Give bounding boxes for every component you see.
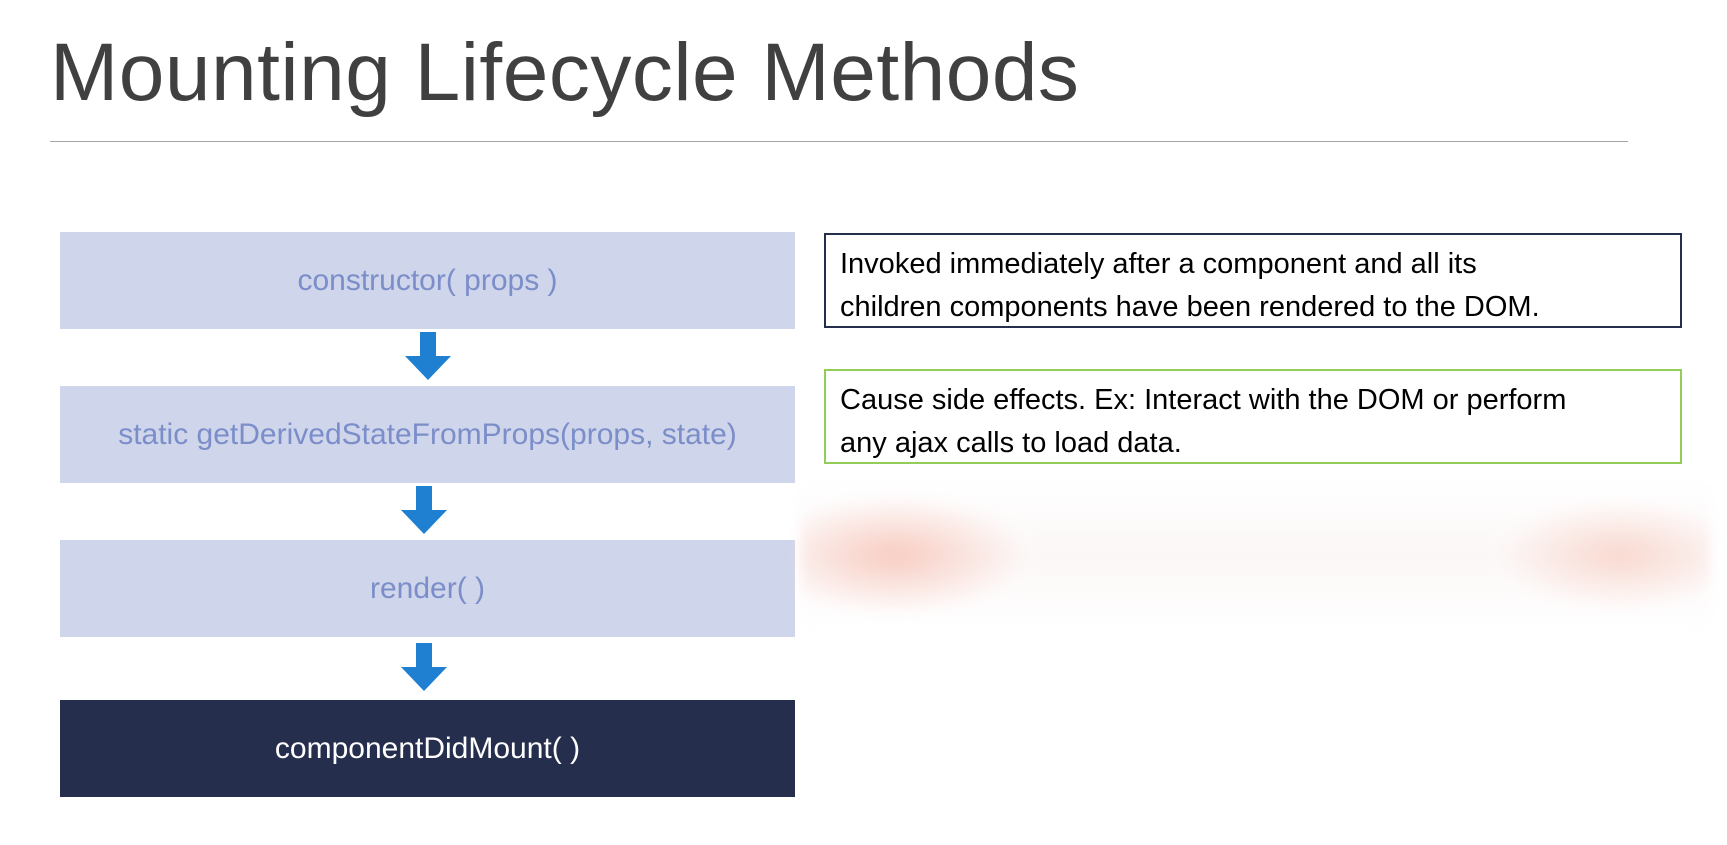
note-invoked-after-render: Invoked immediately after a component an… bbox=[824, 233, 1682, 328]
component-did-mount-box: componentDidMount( ) bbox=[60, 700, 795, 797]
note-line: children components have been rendered t… bbox=[840, 291, 1540, 323]
blurred-placeholder bbox=[800, 480, 1710, 630]
down-arrow-icon bbox=[405, 332, 451, 380]
note-line: Invoked immediately after a component an… bbox=[840, 248, 1477, 280]
down-arrow-icon bbox=[401, 643, 447, 691]
title-divider bbox=[50, 141, 1628, 142]
down-arrow-icon bbox=[401, 486, 447, 534]
note-line: any ajax calls to load data. bbox=[840, 427, 1182, 459]
note-side-effects: Cause side effects. Ex: Interact with th… bbox=[824, 369, 1682, 464]
note-line: Cause side effects. Ex: Interact with th… bbox=[840, 384, 1567, 416]
constructor-box: constructor( props ) bbox=[60, 232, 795, 329]
slide-title: Mounting Lifecycle Methods bbox=[50, 27, 1080, 118]
get-derived-state-box: static getDerivedStateFromProps(props, s… bbox=[60, 386, 795, 483]
render-box: render( ) bbox=[60, 540, 795, 637]
